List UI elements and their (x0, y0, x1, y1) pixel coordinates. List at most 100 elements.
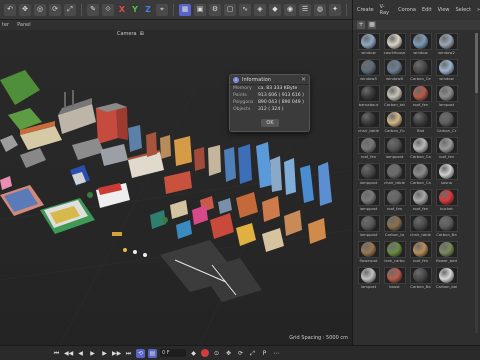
material-swatch[interactable]: lamppost (357, 215, 380, 238)
material-swatch[interactable]: flad (409, 111, 432, 134)
next-key-icon[interactable]: ▶▶ (112, 349, 121, 358)
material-swatch[interactable]: lampost (357, 267, 380, 290)
ok-button[interactable]: OK (261, 119, 279, 127)
menu-edit[interactable]: Edit (422, 7, 432, 13)
render-settings-icon[interactable]: ⚙ (209, 3, 221, 16)
menu-corona[interactable]: Corona (398, 7, 416, 13)
axis-z-toggle[interactable]: Z (143, 5, 153, 14)
material-grid-icon[interactable]: ▦ (368, 21, 376, 29)
material-swatch[interactable]: Carbon_tat (383, 85, 406, 108)
city-scene-render[interactable] (0, 20, 352, 345)
material-swatch[interactable]: Carbon_ta (383, 215, 406, 238)
material-swatch[interactable]: tree_carbo (383, 241, 406, 264)
material-swatch[interactable]: roof_fen (383, 189, 406, 212)
material-swatch[interactable]: lampost (435, 85, 458, 108)
keyframe-icon[interactable]: ◆ (189, 349, 198, 358)
rotate-tool-icon[interactable]: ⟳ (49, 3, 61, 16)
material-swatch[interactable]: Carbon_Ba (435, 215, 458, 238)
material-swatch[interactable]: window5 (357, 59, 380, 82)
move-tool-icon[interactable]: ✥ (19, 3, 31, 16)
previous-frame-icon[interactable]: ◀ (76, 349, 85, 358)
material-swatch[interactable]: chair_table (383, 163, 406, 186)
key-scale-icon[interactable]: ⤢ (248, 349, 257, 358)
go-to-end-icon[interactable]: ⏭ (124, 349, 133, 358)
material-swatch[interactable]: roof_fen (357, 137, 380, 160)
3d-viewport[interactable]: ter Panel Camera ⊞ Grid Spacing : 5000 c… (0, 20, 352, 345)
material-swatch[interactable]: lamppost (357, 189, 380, 212)
scene-icon[interactable]: ☰ (299, 3, 311, 16)
material-swatch[interactable]: bucket (435, 189, 458, 212)
key-position-icon[interactable]: ✥ (224, 349, 233, 358)
camera-object-icon[interactable]: ◍ (314, 3, 326, 16)
pen-tool-icon[interactable]: ✎ (87, 3, 99, 16)
timeline-mode-icon[interactable]: ▤ (148, 348, 157, 358)
material-swatch[interactable]: Carbon_Ca (409, 163, 432, 186)
material-swatch[interactable]: roof_fen (409, 189, 432, 212)
axis-y-toggle[interactable]: Y (130, 5, 140, 14)
record-icon[interactable] (201, 349, 209, 357)
material-swatch[interactable]: barnabour (357, 85, 380, 108)
viewport-camera-label[interactable]: Camera ⊞ (117, 31, 144, 37)
panel-scrollbar[interactable] (475, 33, 478, 333)
material-swatch[interactable]: flower_bed (435, 241, 458, 264)
material-swatch[interactable]: window (409, 33, 432, 56)
material-swatch[interactable]: courtHouse (383, 33, 406, 56)
menu-select[interactable]: Select (456, 7, 471, 13)
transform-icon[interactable]: ⟐ (102, 3, 114, 16)
material-swatch[interactable]: chair_table (357, 111, 380, 134)
material-swatch[interactable]: lamppost (357, 163, 380, 186)
material-swatch[interactable]: roof_fen (409, 241, 432, 264)
menu-create[interactable]: Create (357, 7, 374, 13)
render-picture-viewer-icon[interactable]: ▣ (194, 3, 206, 16)
spline-icon[interactable]: ∿ (239, 3, 251, 16)
render-view-icon[interactable]: ▦ (179, 3, 191, 16)
material-swatch[interactable]: flowerpot (357, 241, 380, 264)
material-swatch[interactable]: Carbon_Ca (409, 137, 432, 160)
material-swatch[interactable]: lamppost (383, 137, 406, 160)
camera-menu-icon[interactable]: ⊞ (140, 31, 144, 37)
material-swatch[interactable]: window8 (383, 59, 406, 82)
material-swatch[interactable]: window2 (435, 33, 458, 56)
material-swatch[interactable]: roof_fen (409, 85, 432, 108)
material-swatch[interactable]: window (357, 33, 380, 56)
material-swatch[interactable]: sosna (435, 163, 458, 186)
next-frame-icon[interactable]: ▶ (100, 349, 109, 358)
material-swatch[interactable]: Carbon_Ba (409, 267, 432, 290)
scrollbar-thumb[interactable] (475, 33, 478, 93)
key-param-icon[interactable]: P (260, 349, 269, 358)
material-preview (435, 267, 458, 284)
close-icon[interactable]: ✕ (301, 76, 306, 83)
deformer-icon[interactable]: ◆ (269, 3, 281, 16)
material-swatch[interactable]: Carbon_Cr (435, 111, 458, 134)
material-swatch[interactable]: Carbon_Ce (409, 59, 432, 82)
loop-icon[interactable]: ⟲ (136, 348, 145, 358)
menu-view[interactable]: View (438, 7, 450, 13)
play-icon[interactable]: ▶ (88, 349, 97, 358)
light-object-icon[interactable]: ✦ (329, 3, 341, 16)
cube-object-icon[interactable]: ▢ (224, 3, 236, 16)
material-swatch[interactable]: window (435, 59, 458, 82)
undo-icon[interactable]: ↶ (4, 3, 16, 16)
coordinate-system-icon[interactable]: ⌖ (156, 3, 168, 16)
viewport-menu-filter[interactable]: ter (2, 22, 9, 28)
material-swatch[interactable]: roof_fen (435, 137, 458, 160)
axis-x-toggle[interactable]: X (117, 5, 127, 14)
material-swatch[interactable]: Carbon_bal (435, 267, 458, 290)
material-swatch[interactable]: boost (383, 267, 406, 290)
field-icon[interactable]: ◉ (284, 3, 296, 16)
add-material-icon[interactable]: + (357, 21, 365, 29)
menu-vray[interactable]: V-Ray (380, 4, 393, 16)
key-pla-icon[interactable]: ⋯ (272, 349, 281, 358)
current-frame-field[interactable]: 0 F (160, 349, 186, 357)
go-to-start-icon[interactable]: ⏮ (52, 349, 61, 358)
live-select-icon[interactable]: ◎ (34, 3, 46, 16)
previous-key-icon[interactable]: ◀◀ (64, 349, 73, 358)
material-swatch[interactable]: chair_table (409, 215, 432, 238)
generator-icon[interactable]: ◈ (254, 3, 266, 16)
scale-tool-icon[interactable]: ⤢ (64, 3, 76, 16)
viewport-menu-panel[interactable]: Panel (17, 22, 31, 28)
info-key: Memory (233, 86, 252, 91)
material-swatch[interactable]: Carbon_Fu (383, 111, 406, 134)
key-rotation-icon[interactable]: ⟳ (236, 349, 245, 358)
autokey-icon[interactable]: ⊙ (212, 349, 221, 358)
